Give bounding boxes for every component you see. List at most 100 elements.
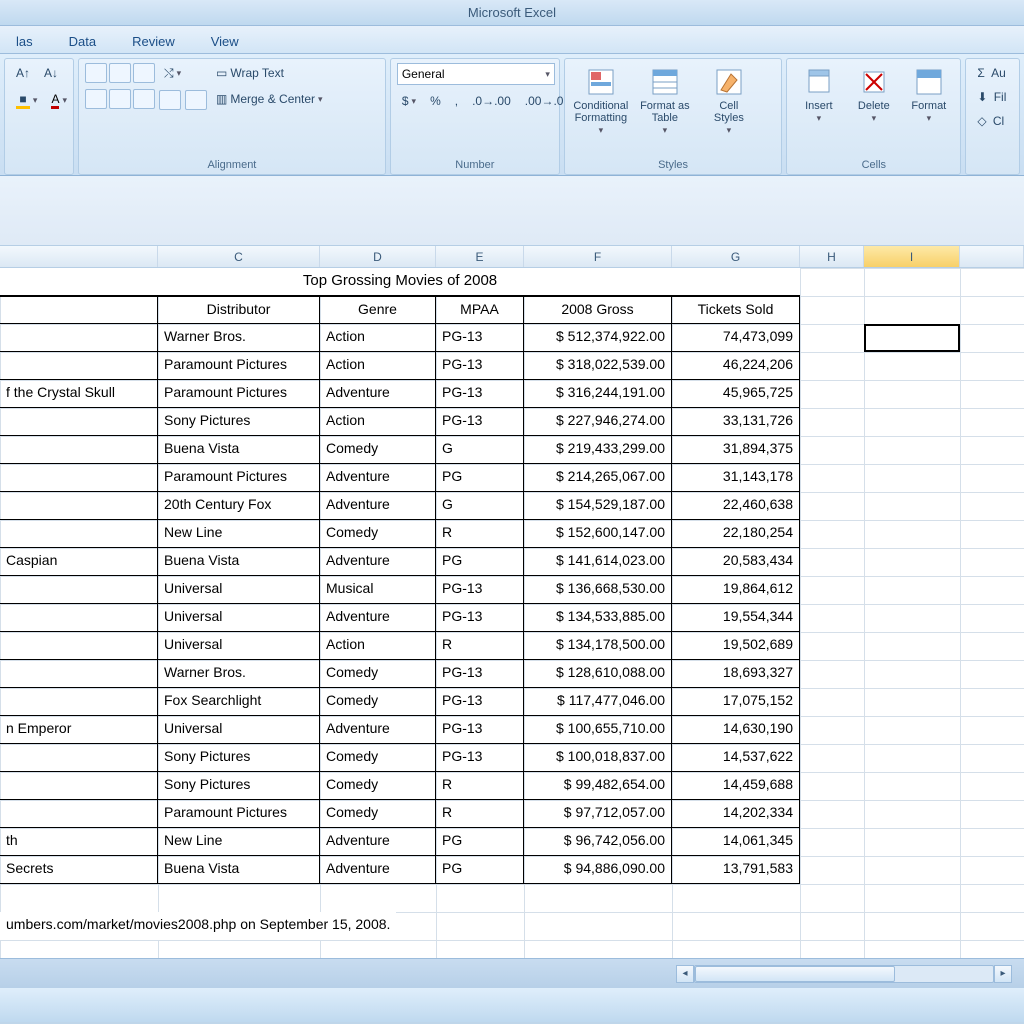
cell[interactable]: PG (436, 856, 524, 884)
cell[interactable] (0, 604, 158, 632)
cell-styles-button[interactable]: Cell Styles▾ (699, 63, 759, 139)
tab-view[interactable]: View (207, 30, 243, 53)
cell[interactable]: 22,460,638 (672, 492, 800, 520)
cell[interactable]: PG-13 (436, 716, 524, 744)
percent-button[interactable]: % (425, 91, 446, 111)
delete-button[interactable]: Delete▾ (848, 63, 899, 139)
tab-formulas[interactable]: las (12, 30, 37, 53)
col-header-g[interactable]: G (672, 246, 800, 267)
cell[interactable]: Adventure (320, 492, 436, 520)
col-header-b[interactable] (0, 246, 158, 267)
cell[interactable]: Comedy (320, 800, 436, 828)
cell[interactable]: 19,502,689 (672, 632, 800, 660)
cell[interactable]: PG-13 (436, 660, 524, 688)
cell[interactable]: $ 214,265,067.00 (524, 464, 672, 492)
align-center-button[interactable] (109, 89, 131, 109)
cell[interactable]: 31,143,178 (672, 464, 800, 492)
cell[interactable]: $ 141,614,023.00 (524, 548, 672, 576)
cell[interactable]: 14,459,688 (672, 772, 800, 800)
shrink-font-button[interactable]: A↓ (39, 63, 63, 83)
cell[interactable]: R (436, 772, 524, 800)
cell[interactable]: $ 97,712,057.00 (524, 800, 672, 828)
cell[interactable]: PG (436, 828, 524, 856)
cell[interactable]: $ 316,244,191.00 (524, 380, 672, 408)
cell[interactable] (0, 492, 158, 520)
cell[interactable]: Paramount Pictures (158, 380, 320, 408)
cell[interactable]: $ 318,022,539.00 (524, 352, 672, 380)
cell[interactable]: Action (320, 352, 436, 380)
decrease-decimal-button[interactable]: .00→.0 (520, 91, 569, 111)
cell[interactable]: $ 134,178,500.00 (524, 632, 672, 660)
cell[interactable]: $ 117,477,046.00 (524, 688, 672, 716)
cell[interactable]: Warner Bros. (158, 660, 320, 688)
cell[interactable]: Action (320, 632, 436, 660)
cell[interactable]: Universal (158, 576, 320, 604)
cell[interactable]: 19,864,612 (672, 576, 800, 604)
autosum-button[interactable]: Σ Au (972, 63, 1010, 83)
align-top-button[interactable] (85, 63, 107, 83)
cell[interactable]: Universal (158, 604, 320, 632)
cell[interactable]: Buena Vista (158, 436, 320, 464)
cell[interactable]: $ 152,600,147.00 (524, 520, 672, 548)
cell[interactable]: $ 136,668,530.00 (524, 576, 672, 604)
cell[interactable]: 14,202,334 (672, 800, 800, 828)
cell[interactable]: Paramount Pictures (158, 464, 320, 492)
cell[interactable]: 14,630,190 (672, 716, 800, 744)
cell[interactable]: th (0, 828, 158, 856)
cell[interactable]: $ 94,886,090.00 (524, 856, 672, 884)
cell[interactable]: 74,473,099 (672, 324, 800, 352)
cell[interactable]: G (436, 436, 524, 464)
cell[interactable]: Comedy (320, 660, 436, 688)
cell[interactable]: Comedy (320, 772, 436, 800)
cell[interactable] (0, 436, 158, 464)
col-header-h[interactable]: H (800, 246, 864, 267)
cell[interactable]: 20,583,434 (672, 548, 800, 576)
cell[interactable]: G (436, 492, 524, 520)
cell[interactable]: $ 99,482,654.00 (524, 772, 672, 800)
fill-color-button[interactable]: ■ ▾ (11, 89, 42, 112)
cell[interactable]: PG-13 (436, 604, 524, 632)
cell[interactable]: $ 512,374,922.00 (524, 324, 672, 352)
clear-button[interactable]: ◇ Cl (972, 111, 1009, 131)
col-header-e[interactable]: E (436, 246, 524, 267)
cell[interactable]: Musical (320, 576, 436, 604)
currency-button[interactable]: $▾ (397, 91, 421, 111)
insert-button[interactable]: Insert▾ (793, 63, 844, 139)
cell[interactable]: 17,075,152 (672, 688, 800, 716)
font-color-button[interactable]: A▾ (46, 89, 72, 112)
tab-data[interactable]: Data (65, 30, 100, 53)
cell[interactable]: R (436, 520, 524, 548)
cell[interactable]: $ 100,655,710.00 (524, 716, 672, 744)
format-button[interactable]: Format▾ (903, 63, 954, 139)
orientation-button[interactable]: ⤭▾ (159, 63, 207, 84)
col-header-c[interactable]: C (158, 246, 320, 267)
cell[interactable]: Action (320, 408, 436, 436)
cell[interactable]: $ 128,610,088.00 (524, 660, 672, 688)
cell[interactable]: Paramount Pictures (158, 800, 320, 828)
increase-indent-button[interactable] (185, 90, 207, 110)
cell[interactable]: $ 96,742,056.00 (524, 828, 672, 856)
cell[interactable]: PG-13 (436, 576, 524, 604)
cell[interactable]: $ 227,946,274.00 (524, 408, 672, 436)
align-left-button[interactable] (85, 89, 107, 109)
cell[interactable]: Fox Searchlight (158, 688, 320, 716)
tab-review[interactable]: Review (128, 30, 179, 53)
cell[interactable]: 33,131,726 (672, 408, 800, 436)
cell[interactable]: Sony Pictures (158, 408, 320, 436)
cell[interactable] (0, 352, 158, 380)
cell[interactable]: PG-13 (436, 688, 524, 716)
cell[interactable]: Universal (158, 716, 320, 744)
cell[interactable]: New Line (158, 520, 320, 548)
scroll-right-button[interactable]: ▸ (994, 965, 1012, 983)
cell[interactable] (0, 464, 158, 492)
cell[interactable]: Adventure (320, 828, 436, 856)
cell[interactable]: $ 100,018,837.00 (524, 744, 672, 772)
cell[interactable]: Adventure (320, 856, 436, 884)
cell[interactable]: Comedy (320, 436, 436, 464)
cell[interactable] (0, 744, 158, 772)
cell[interactable]: PG (436, 548, 524, 576)
cell[interactable]: R (436, 632, 524, 660)
cell[interactable]: 19,554,344 (672, 604, 800, 632)
cell[interactable]: Adventure (320, 548, 436, 576)
merge-center-button[interactable]: ▥ Merge & Center ▾ (211, 89, 328, 109)
